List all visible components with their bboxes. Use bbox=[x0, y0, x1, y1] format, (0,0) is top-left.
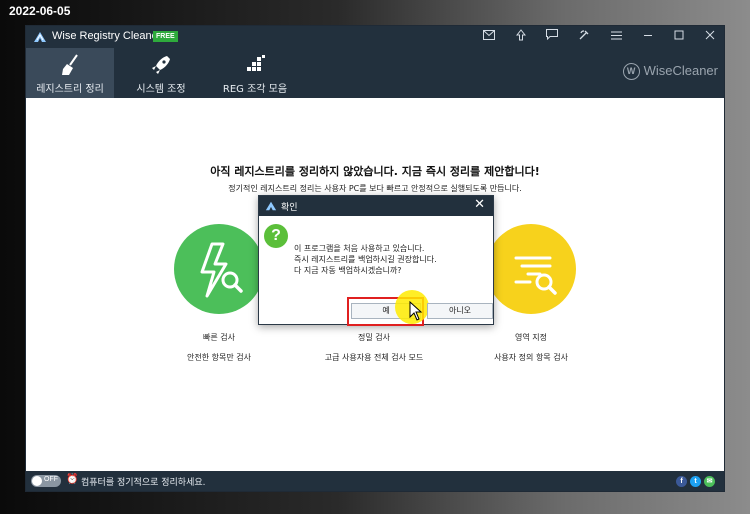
tab-label: REG 조각 모음 bbox=[222, 84, 288, 95]
dialog-message: 이 프로그램을 처음 사용하고 있습니다. 즉시 레지스트리를 백업하시길 권장… bbox=[294, 243, 437, 276]
deep-scan-desc: 고급 사용자용 전체 검사 모드 bbox=[324, 353, 424, 362]
confirm-dialog: 확인 ✕ ? 이 프로그램을 처음 사용하고 있습니다. 즉시 레지스트리를 백… bbox=[258, 195, 494, 326]
tab-label: 레지스트리 정리 bbox=[36, 84, 104, 95]
tab-reg-defrag[interactable]: REG 조각 모음 bbox=[214, 48, 296, 98]
list-search-icon bbox=[514, 256, 557, 295]
free-badge: FREE bbox=[153, 31, 178, 42]
quick-scan-desc: 안전한 항목만 검사 bbox=[187, 353, 251, 362]
custom-area-desc: 사용자 정의 항목 검사 bbox=[494, 353, 568, 362]
app-logo-icon bbox=[34, 32, 46, 42]
close-icon[interactable] bbox=[702, 29, 718, 45]
wisecleaner-logo-icon: W bbox=[622, 63, 640, 81]
app-window: Wise Registry Cleaner X FREE 레지스트리 정리 시스… bbox=[25, 25, 725, 492]
auto-clean-toggle[interactable]: OFF bbox=[31, 475, 61, 487]
dialog-close-icon[interactable]: ✕ bbox=[474, 197, 485, 212]
dialog-message-line: 다 지금 자동 백업하시겠습니까? bbox=[294, 266, 402, 275]
rocket-icon bbox=[152, 56, 170, 74]
deep-scan-title: 정밀 검사 bbox=[358, 333, 390, 342]
custom-area-button[interactable] bbox=[486, 224, 576, 314]
app-logo-icon bbox=[265, 201, 277, 211]
dialog-message-line: 즉시 레지스트리를 백업하시길 권장합니다. bbox=[294, 255, 437, 264]
capture-date: 2022-06-05 bbox=[9, 4, 71, 18]
toggle-label: OFF bbox=[44, 476, 58, 483]
dialog-message-line: 이 프로그램을 처음 사용하고 있습니다. bbox=[294, 244, 425, 253]
wisecleaner-brand[interactable]: W WiseCleaner bbox=[622, 63, 718, 81]
mail-icon[interactable] bbox=[481, 29, 497, 45]
minimize-icon[interactable] bbox=[640, 29, 656, 45]
toggle-knob bbox=[32, 476, 42, 486]
alarm-clock-icon: ⏰ bbox=[66, 474, 79, 485]
dialog-title: 확인 bbox=[281, 203, 298, 213]
question-icon: ? bbox=[264, 224, 288, 248]
facebook-icon[interactable]: f bbox=[676, 476, 687, 487]
twitter-icon[interactable]: t bbox=[690, 476, 701, 487]
chat-icon[interactable] bbox=[544, 29, 560, 45]
brand-name: WiseCleaner bbox=[643, 63, 718, 78]
title-bar[interactable]: Wise Registry Cleaner X FREE bbox=[26, 26, 724, 48]
broom-icon bbox=[62, 54, 78, 75]
email-icon[interactable]: ✉ bbox=[704, 476, 715, 487]
defrag-icon bbox=[247, 55, 265, 71]
main-heading: 아직 레지스트리를 정리하지 않았습니다. 지금 즉시 정리를 제안합니다! bbox=[210, 165, 540, 178]
tab-label: 시스템 조정 bbox=[136, 84, 186, 95]
dialog-titlebar[interactable]: 확인 ✕ bbox=[259, 196, 493, 216]
upload-icon[interactable] bbox=[513, 29, 529, 45]
tab-system-tuneup[interactable]: 시스템 조정 bbox=[121, 48, 201, 98]
status-bar: OFF ⏰ 컴퓨터를 정기적으로 정리하세요. f t ✉ bbox=[26, 471, 724, 491]
nav-bar: 레지스트리 정리 시스템 조정 REG 조각 모음 W WiseCleaner bbox=[26, 48, 724, 98]
status-text: 컴퓨터를 정기적으로 정리하세요. bbox=[81, 478, 206, 488]
mouse-cursor-icon bbox=[409, 301, 423, 321]
tab-registry-cleaner[interactable]: 레지스트리 정리 bbox=[26, 48, 114, 98]
maximize-icon[interactable] bbox=[671, 29, 687, 45]
no-button[interactable]: 아니오 bbox=[427, 303, 493, 319]
skin-icon[interactable] bbox=[576, 29, 592, 45]
custom-area-title: 영역 지정 bbox=[515, 333, 547, 342]
lightning-search-icon bbox=[200, 242, 243, 298]
menu-icon[interactable] bbox=[608, 29, 624, 45]
quick-scan-button[interactable] bbox=[174, 224, 264, 314]
main-subtext: 정기적인 레지스트리 정리는 사용자 PC를 보다 빠르고 안정적으로 실행되도… bbox=[228, 184, 522, 193]
quick-scan-title: 빠른 검사 bbox=[203, 333, 235, 342]
